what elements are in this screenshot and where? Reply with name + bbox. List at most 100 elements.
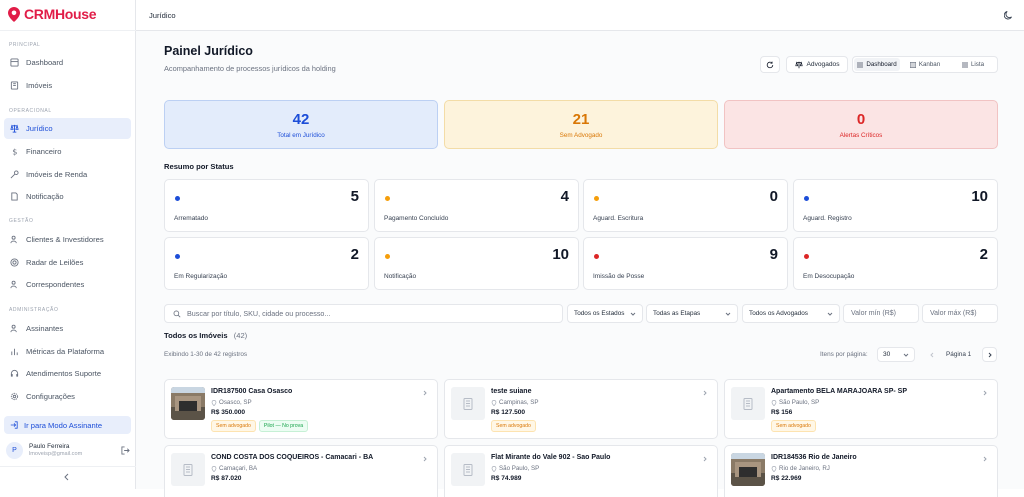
sidebar-item-assinantes[interactable]: Assinantes <box>4 318 131 339</box>
property-price: R$ 74.989 <box>491 475 522 482</box>
property-thumbnail <box>451 387 485 420</box>
property-badges: Sem advogado Pilot — No prova <box>211 420 309 432</box>
status-card[interactable]: 2 Em Desocupação <box>793 237 998 290</box>
property-location: São Paulo, SP <box>491 465 539 472</box>
status-count: 5 <box>350 188 359 205</box>
page-indicator: Página 1 <box>946 351 972 358</box>
kpi-label: Total em Jurídico <box>277 131 325 139</box>
status-label: Aguard. Registro <box>803 215 852 222</box>
kpi-value: 21 <box>572 110 590 128</box>
etapa-select-value: Todas as Etapas <box>653 310 701 317</box>
modo-assinante-button[interactable]: Ir para Modo Assinante <box>4 416 131 434</box>
status-dot <box>804 196 809 201</box>
status-card[interactable]: 0 Aguard. Escritura <box>583 179 788 232</box>
modo-assinante-label: Ir para Modo Assinante <box>24 420 103 430</box>
advogado-select[interactable]: Todos os Advogados <box>742 304 840 323</box>
logout-icon[interactable] <box>121 445 130 455</box>
advogado-select-value: Todos os Advogados <box>749 310 808 317</box>
property-card[interactable]: IDR184536 Rio de Janeiro Rio de Janeiro,… <box>724 445 998 497</box>
property-location-text: São Paulo, SP <box>499 465 540 472</box>
valor-max-input[interactable]: Valor máx (R$) <box>922 304 998 323</box>
view-dashboard-button[interactable]: Dashboard <box>854 58 900 71</box>
sidebar-item-metricas[interactable]: Métricas da Plataforma <box>4 341 131 362</box>
divider <box>0 466 136 467</box>
sidebar-item-label: Notificação <box>26 192 64 201</box>
status-label: Arrematado <box>174 215 208 222</box>
property-card[interactable]: Apartamento BELA MARAJOARA SP- SP São Pa… <box>724 379 998 439</box>
view-label: Kanban <box>918 61 941 68</box>
chevron-right-icon <box>423 390 427 396</box>
login-arrow-icon <box>10 421 18 429</box>
avatar[interactable]: P <box>6 441 23 459</box>
sidebar-item-financeiro[interactable]: $ Financeiro <box>4 141 131 162</box>
view-lista-button[interactable]: Lista <box>950 58 996 71</box>
search-icon <box>173 310 181 317</box>
etapa-select[interactable]: Todas as Etapas <box>646 304 738 323</box>
advogados-label: Advogados <box>806 61 840 68</box>
sidebar-item-imoveis[interactable]: Imóveis <box>4 75 131 96</box>
property-card[interactable]: Flat Mirante do Vale 902 - Sao Paulo São… <box>444 445 718 497</box>
status-card[interactable]: 2 Em Regularização <box>164 237 369 290</box>
house-photo-icon <box>171 387 205 420</box>
status-card[interactable]: 5 Arrematado <box>164 179 369 232</box>
refresh-icon <box>766 61 774 68</box>
property-price: R$ 87.020 <box>211 475 242 482</box>
sidebar-item-label: Imóveis de Renda <box>26 170 88 179</box>
property-card[interactable]: teste suiane Campinas, SP R$ 127.500 Sem… <box>444 379 718 439</box>
dashboard-icon <box>10 58 19 67</box>
sidebar-item-label: Métricas da Plataforma <box>26 347 105 356</box>
radar-icon <box>10 258 19 267</box>
search-input[interactable]: Buscar por título, SKU, cidade ou proces… <box>164 304 563 323</box>
kpi-total-juridico: 42 Total em Jurídico <box>164 100 438 149</box>
document-icon <box>11 192 18 201</box>
scale-icon <box>10 124 19 133</box>
sidebar-item-label: Atendimentos Suporte <box>26 369 102 378</box>
status-label: Pagamento Concluído <box>384 215 449 222</box>
next-page-button[interactable] <box>982 347 997 362</box>
property-location: Osasco, SP <box>211 399 252 406</box>
sidebar-item-radar-de-leiloes[interactable]: Radar de Leilões <box>4 252 131 273</box>
brand-name: CRMHouse <box>24 6 97 22</box>
sidebar-item-atendimentos[interactable]: Atendimentos Suporte <box>4 363 131 384</box>
status-card[interactable]: 4 Pagamento Concluído <box>374 179 579 232</box>
kpi-label: Alertas Críticos <box>839 131 883 139</box>
status-count: 9 <box>769 246 778 263</box>
status-dot <box>804 254 809 259</box>
map-pin-icon <box>771 399 777 406</box>
prev-page-button[interactable] <box>924 347 939 362</box>
valor-min-input[interactable]: Valor mín (R$) <box>843 304 919 323</box>
sidebar-item-notificacao[interactable]: Notificação <box>4 186 131 207</box>
estado-select[interactable]: Todos os Estados <box>567 304 643 323</box>
building-icon <box>183 463 193 476</box>
sidebar-item-configuracoes[interactable]: Configurações <box>4 386 131 407</box>
chevron-left-icon[interactable] <box>63 473 71 481</box>
section-label-principal: PRINCIPAL <box>9 42 41 48</box>
section-label-gestao: GESTÃO <box>9 218 34 224</box>
chevron-right-icon <box>703 456 707 462</box>
status-dot <box>594 254 599 259</box>
sidebar-item-clientes-investidores[interactable]: Clientes & Investidores <box>4 229 131 250</box>
status-card[interactable]: 9 Imissão de Posse <box>583 237 788 290</box>
chevron-left-icon <box>929 352 933 357</box>
per-page-select[interactable]: 30 <box>877 347 915 362</box>
sidebar-item-juridico[interactable]: Jurídico <box>4 118 131 139</box>
status-count: 2 <box>350 246 359 263</box>
property-card[interactable]: IDR187500 Casa Osasco Osasco, SP R$ 350.… <box>164 379 438 439</box>
view-kanban-button[interactable]: Kanban <box>902 58 948 71</box>
property-badge: Sem advogado <box>771 420 816 432</box>
brand-logo[interactable]: CRMHouse <box>8 6 97 22</box>
sidebar-item-correspondentes[interactable]: Correspondentes <box>4 274 131 295</box>
refresh-button[interactable] <box>760 56 780 73</box>
moon-icon[interactable] <box>1004 10 1014 20</box>
map-pin-icon <box>211 399 217 406</box>
advogados-button[interactable]: Advogados <box>786 56 848 73</box>
status-card[interactable]: 10 Aguard. Registro <box>793 179 998 232</box>
status-card[interactable]: 10 Notificação <box>374 237 579 290</box>
kpi-label: Sem Advogado <box>559 131 603 139</box>
sidebar: CRMHouse PRINCIPAL Dashboard Imóveis OPE… <box>0 0 136 489</box>
sidebar-item-dashboard[interactable]: Dashboard <box>4 52 131 73</box>
property-card[interactable]: COND COSTA DOS COQUEIROS - Camacari - BA… <box>164 445 438 497</box>
sidebar-item-imoveis-de-renda[interactable]: Imóveis de Renda <box>4 164 131 185</box>
users-icon <box>10 280 17 289</box>
house-photo-icon <box>731 453 765 486</box>
